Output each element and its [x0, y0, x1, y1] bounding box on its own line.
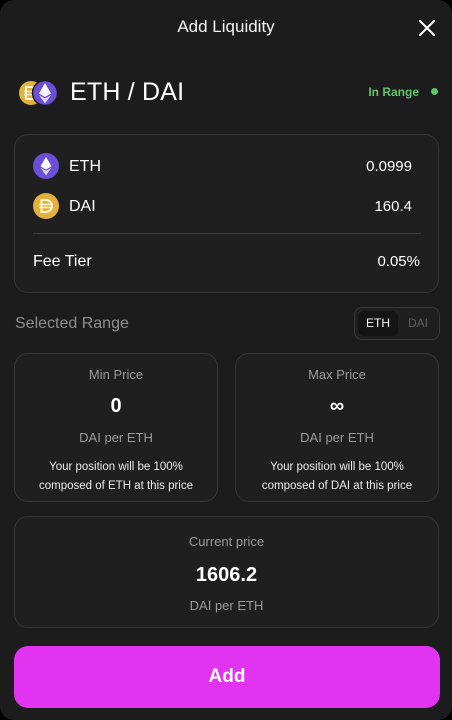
toggle-option-dai[interactable]: DAI — [398, 311, 438, 336]
add-button[interactable]: Add — [14, 646, 440, 708]
current-price-label: Current price — [188, 534, 265, 549]
eth-icon — [33, 153, 59, 179]
token-symbol: ETH — [69, 158, 101, 175]
modal-title: Add Liquidity — [177, 17, 275, 36]
position-amounts-card: ETH 0.0999 DAI 160.4 Fee Tier 0.05% — [14, 134, 439, 293]
status-dot-icon — [431, 88, 438, 95]
max-price-card: Max Price ∞ DAI per ETH Your position wi… — [235, 353, 439, 502]
price-denomination-toggle: ETH DAI — [354, 307, 440, 340]
pair-name: ETH / DAI — [70, 78, 185, 106]
fee-tier-label: Fee Tier — [33, 253, 92, 270]
token-symbol: DAI — [69, 198, 96, 215]
close-icon[interactable] — [418, 19, 436, 37]
eth-icon — [31, 79, 59, 107]
selected-range-label: Selected Range — [15, 315, 129, 332]
max-price-label: Max Price — [308, 367, 366, 382]
add-liquidity-modal: Add Liquidity ETH / DAI In Range ETH 0.0… — [0, 0, 452, 720]
current-price-unit: DAI per ETH — [189, 598, 264, 613]
token-amount: 0.0999 — [366, 158, 412, 175]
token-amount: 160.4 — [374, 198, 412, 215]
token-row-dai: DAI 160.4 — [33, 193, 421, 221]
min-price-unit: DAI per ETH — [79, 430, 153, 445]
pair-header: ETH / DAI In Range — [18, 76, 438, 110]
fee-tier-value: 0.05% — [377, 253, 420, 270]
current-price-value: 1606.2 — [195, 564, 258, 586]
token-row-eth: ETH 0.0999 — [33, 153, 421, 181]
modal-header: Add Liquidity — [0, 0, 452, 56]
max-price-unit: DAI per ETH — [300, 430, 374, 445]
divider — [33, 233, 421, 234]
dai-icon — [33, 193, 59, 219]
min-price-card: Min Price 0 DAI per ETH Your position wi… — [14, 353, 218, 502]
min-price-note: Your position will be 100% composed of E… — [38, 461, 194, 492]
max-price-note: Your position will be 100% composed of D… — [261, 461, 413, 492]
range-status-badge: In Range — [368, 85, 438, 99]
range-status-label: In Range — [368, 85, 419, 99]
toggle-option-eth[interactable]: ETH — [358, 311, 398, 336]
min-price-value: 0 — [110, 395, 122, 417]
max-price-value: ∞ — [329, 395, 345, 417]
min-price-label: Min Price — [88, 367, 144, 382]
pair-logos — [18, 78, 60, 108]
current-price-card: Current price 1606.2 DAI per ETH — [14, 516, 439, 628]
